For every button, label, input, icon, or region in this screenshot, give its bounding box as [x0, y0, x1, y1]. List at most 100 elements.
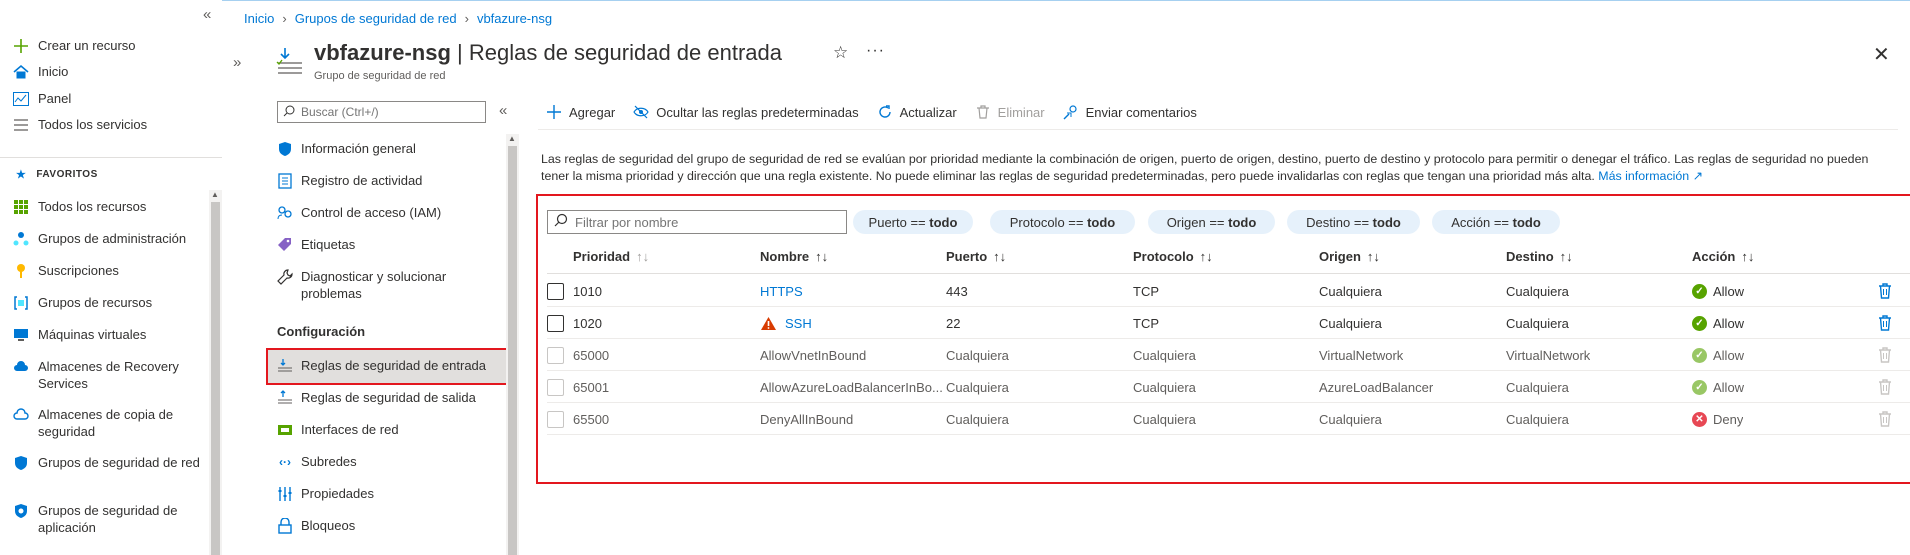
table-row[interactable]: 1010 HTTPS 443 TCP Cualquiera Cualquiera…	[547, 275, 1910, 307]
rule-name-link[interactable]: SSH	[785, 316, 812, 331]
collapse-menu-icon[interactable]: «	[499, 102, 507, 119]
menu-search-input[interactable]	[299, 104, 474, 120]
breadcrumb-nsg-list[interactable]: Grupos de seguridad de red	[295, 11, 457, 26]
menu-tags[interactable]: Etiquetas	[277, 236, 507, 253]
nav-resource-groups[interactable]: Grupos de recursos	[12, 294, 207, 312]
column-header-protocol[interactable]: Protocolo ↑↓	[1133, 249, 1213, 264]
favorite-star-icon[interactable]: ☆	[833, 43, 848, 63]
people-icon	[277, 205, 293, 221]
scroll-up-arrow-icon[interactable]: ▲	[508, 134, 516, 143]
menu-subnets[interactable]: ‹·› Subredes	[277, 453, 507, 470]
row-checkbox[interactable]	[547, 315, 564, 332]
column-header-name[interactable]: Nombre ↑↓	[760, 249, 828, 264]
close-icon[interactable]: ✕	[1873, 42, 1890, 67]
scroll-thumb[interactable]	[211, 202, 220, 555]
hide-defaults-button[interactable]: Ocultar las reglas predeterminadas	[633, 104, 859, 120]
menu-search-box[interactable]	[277, 101, 486, 123]
table-row[interactable]: 65001 AllowAzureLoadBalancerInBo... Cual…	[547, 371, 1910, 403]
x-circle-icon: ✕	[1692, 411, 1707, 427]
feedback-icon	[1063, 104, 1079, 120]
feedback-button[interactable]: Enviar comentarios	[1063, 104, 1197, 120]
grid-icon	[12, 198, 30, 216]
menu-outbound-rules[interactable]: Reglas de seguridad de salida	[277, 389, 507, 406]
page-title: vbfazure-nsg | Reglas de seguridad de en…	[314, 40, 782, 66]
more-options-icon[interactable]: ···	[866, 42, 885, 60]
cell-action: ✓ Allow	[1692, 339, 1744, 371]
nav-dashboard[interactable]: Panel	[12, 90, 207, 108]
cell-protocol: Cualquiera	[1133, 347, 1196, 363]
table-row[interactable]: 65000 AllowVnetInBound Cualquiera Cualqu…	[547, 339, 1910, 371]
add-button[interactable]: Agregar	[546, 104, 615, 120]
table-row[interactable]: 65500 DenyAllInBound Cualquiera Cualquie…	[547, 403, 1910, 435]
menu-overview[interactable]: Información general	[277, 140, 507, 157]
filter-pill-action[interactable]: Acción == todo	[1432, 210, 1560, 234]
menu-iam[interactable]: Control de acceso (IAM)	[277, 204, 507, 221]
cell-source: Cualquiera	[1319, 283, 1382, 299]
column-header-destination[interactable]: Destino ↑↓	[1506, 249, 1573, 264]
check-circle-icon: ✓	[1692, 315, 1707, 331]
filter-pill-port[interactable]: Puerto == todo	[853, 210, 973, 234]
menu-label: Interfaces de red	[301, 422, 399, 437]
breadcrumb-resource[interactable]: vbfazure-nsg	[477, 11, 552, 26]
blade-title: Reglas de seguridad de entrada	[468, 40, 782, 65]
row-checkbox	[547, 411, 564, 428]
menu-section-configuracion: Configuración	[277, 324, 366, 339]
left-nav-scrollbar[interactable]: ▲	[209, 190, 222, 555]
filter-pill-source[interactable]: Origen == todo	[1148, 210, 1275, 234]
column-header-action[interactable]: Acción ↑↓	[1692, 249, 1754, 264]
menu-scrollbar[interactable]: ▲	[506, 134, 519, 555]
nav-management-groups[interactable]: Grupos de administración	[12, 230, 207, 248]
filter-box[interactable]	[547, 210, 847, 234]
scroll-thumb[interactable]	[508, 146, 517, 555]
nav-recovery-vaults[interactable]: Almacenes de Recovery Services	[12, 358, 207, 392]
inbound-rules-icon	[277, 358, 293, 374]
nav-backup-vaults[interactable]: Almacenes de copia de seguridad	[12, 406, 207, 440]
table-row[interactable]: 1020 SSH 22 TCP Cualquiera Cualquiera ✓ A…	[547, 307, 1910, 339]
nav-nsg[interactable]: Grupos de seguridad de red	[12, 454, 207, 472]
menu-activity-log[interactable]: Registro de actividad	[277, 172, 507, 189]
breadcrumb-home[interactable]: Inicio	[244, 11, 274, 26]
menu-inbound-rules[interactable]: Reglas de seguridad de entrada	[277, 357, 507, 374]
filter-pill-protocol[interactable]: Protocolo == todo	[990, 210, 1135, 234]
column-header-source[interactable]: Origen ↑↓	[1319, 249, 1380, 264]
delete-rule-icon[interactable]	[1877, 283, 1893, 299]
sort-icon: ↑↓	[1199, 249, 1213, 264]
collapse-nav-icon[interactable]: «	[203, 6, 211, 23]
learn-more-link[interactable]: Más información ↗	[1598, 169, 1703, 183]
cell-source: VirtualNetwork	[1319, 347, 1404, 363]
delete-button[interactable]: Eliminar	[975, 104, 1045, 120]
title-separator: |	[457, 40, 469, 65]
resource-name: vbfazure-nsg	[314, 40, 451, 65]
cell-name: DenyAllInBound	[760, 411, 854, 427]
menu-label: Reglas de seguridad de entrada	[301, 358, 487, 373]
menu-network-interfaces[interactable]: Interfaces de red	[277, 421, 507, 438]
rule-name-link[interactable]: HTTPS	[760, 275, 803, 307]
lock-icon	[277, 518, 293, 534]
menu-diagnose[interactable]: Diagnosticar y solucionar problemas	[277, 268, 507, 302]
inbound-rules-icon	[276, 46, 304, 76]
delete-rule-icon[interactable]	[1877, 315, 1893, 331]
filter-name-input[interactable]	[573, 213, 833, 231]
filter-pill-destination[interactable]: Destino == todo	[1287, 210, 1420, 234]
scroll-up-arrow-icon[interactable]: ▲	[211, 190, 219, 199]
chevron-right-icon: ›	[282, 11, 287, 26]
nav-asg[interactable]: Grupos de seguridad de aplicación	[12, 502, 207, 536]
menu-properties[interactable]: Propiedades	[277, 485, 507, 502]
nav-home[interactable]: Inicio	[12, 63, 207, 81]
nav-label: Almacenes de Recovery Services	[38, 359, 179, 391]
menu-label: Reglas de seguridad de salida	[301, 390, 476, 405]
column-header-port[interactable]: Puerto ↑↓	[946, 249, 1006, 264]
nav-virtual-machines[interactable]: Máquinas virtuales	[12, 326, 207, 344]
refresh-button[interactable]: Actualizar	[877, 104, 957, 120]
nav-subscriptions[interactable]: Suscripciones	[12, 262, 207, 280]
nav-create-resource[interactable]: Crear un recurso	[12, 37, 207, 55]
nav-divider	[0, 157, 222, 158]
nav-all-resources[interactable]: Todos los recursos	[12, 198, 207, 216]
top-accent-line	[0, 0, 1910, 1]
nav-all-services[interactable]: Todos los servicios	[12, 116, 207, 134]
menu-locks[interactable]: Bloqueos	[277, 517, 507, 534]
star-icon: ★	[16, 169, 27, 181]
expand-panel-icon[interactable]: »	[233, 54, 241, 71]
row-checkbox[interactable]	[547, 283, 564, 300]
column-header-priority[interactable]: Prioridad ↑↓	[573, 249, 649, 264]
